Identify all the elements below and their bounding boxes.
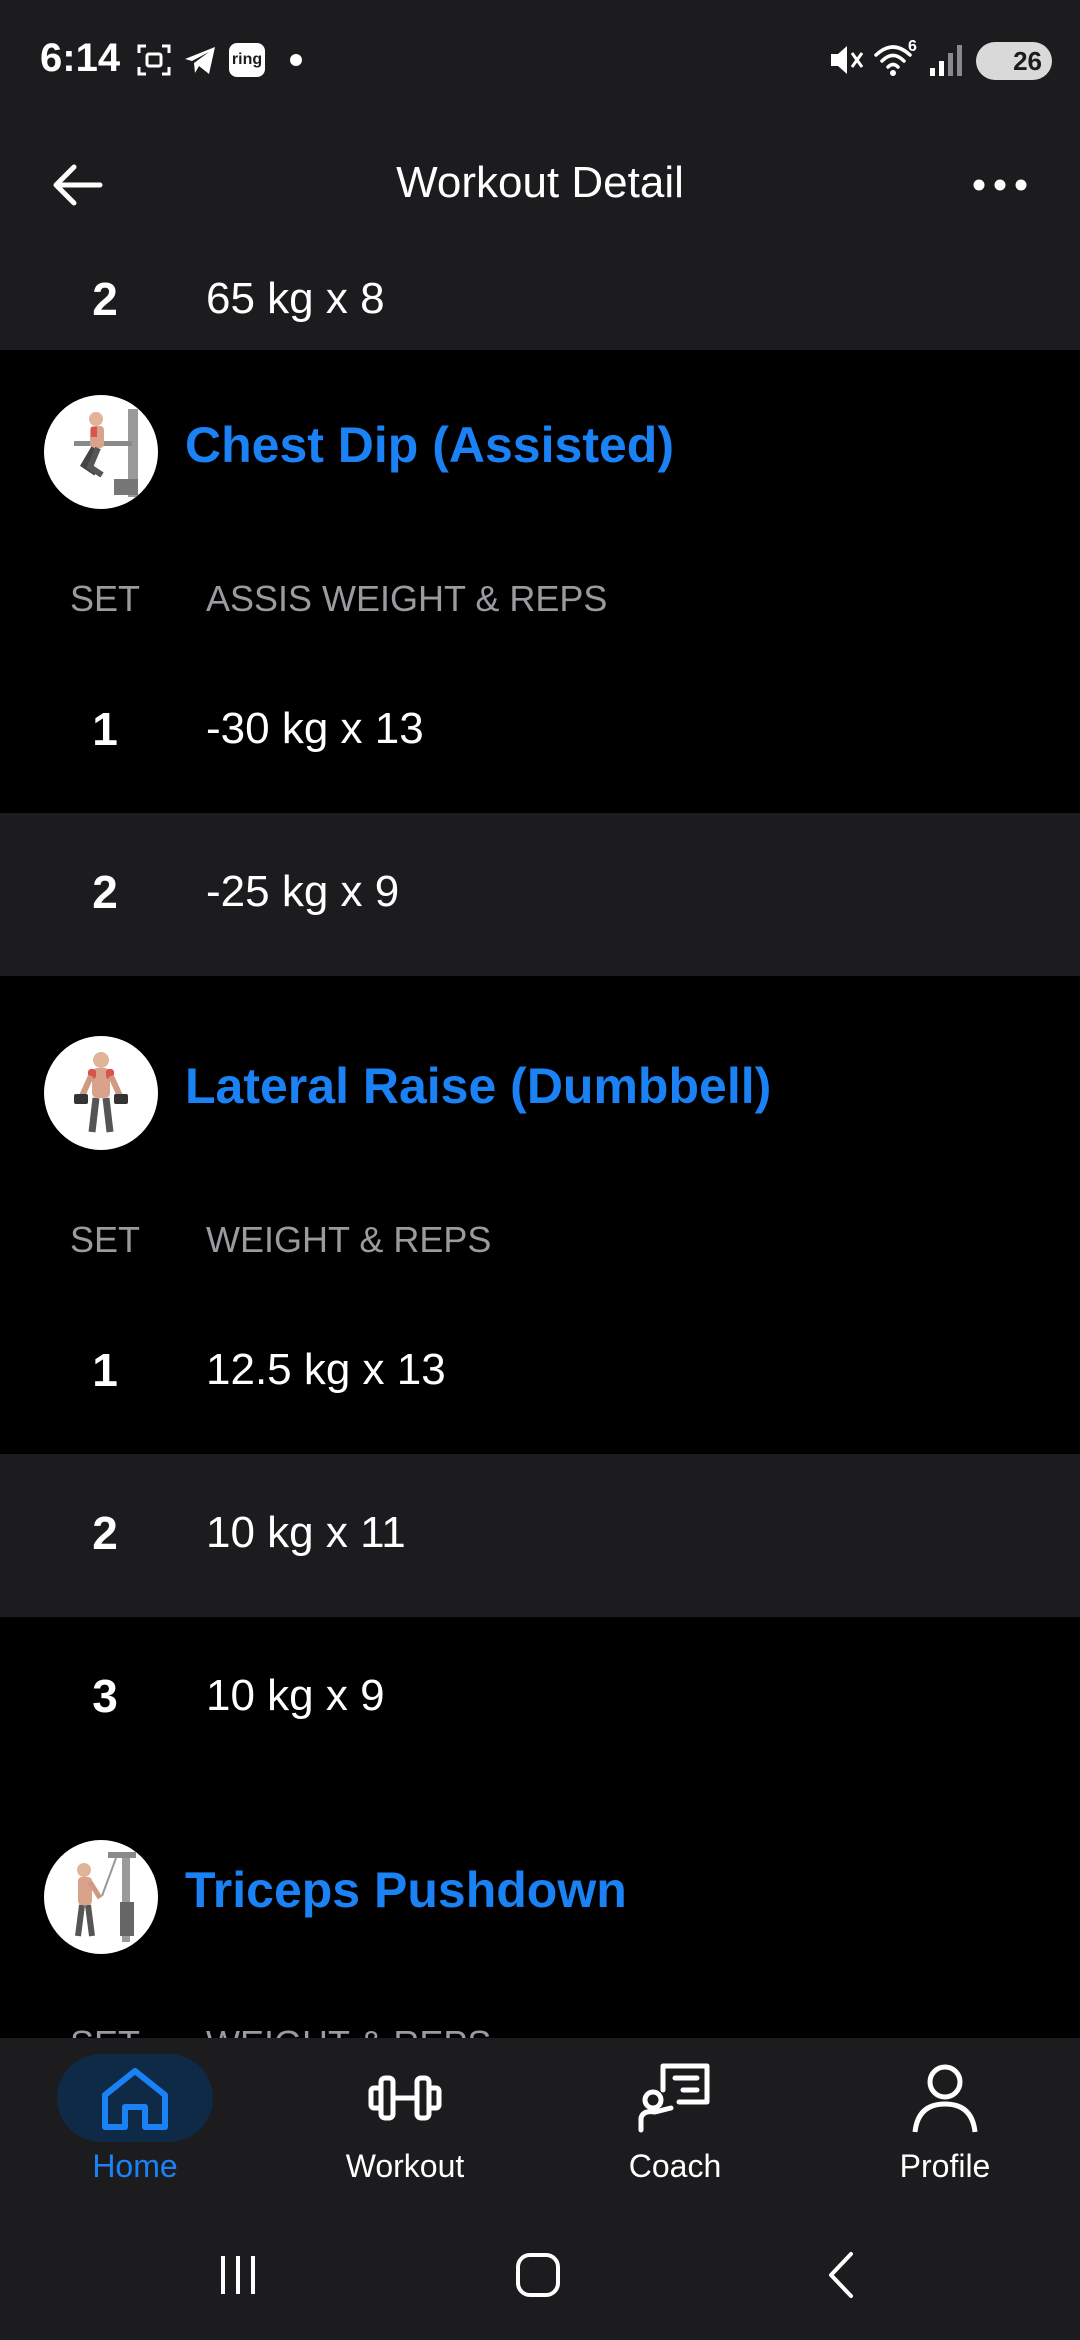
ring-app-icon: ring — [228, 40, 266, 80]
status-bar: 6:14 ring 6 26 — [0, 0, 1080, 120]
exercise-card: Chest Dip (Assisted) SET ASSIS WEIGHT & … — [0, 350, 1080, 976]
nav-profile[interactable]: Profile — [810, 2038, 1080, 2200]
exercise-card: Lateral Raise (Dumbbell) SET WEIGHT & RE… — [0, 991, 1080, 1780]
set-number: 1 — [92, 1344, 118, 1396]
screenshot-icon — [134, 40, 174, 80]
set-value: -25 kg x 9 — [206, 867, 400, 916]
exercise-name[interactable]: Triceps Pushdown — [185, 1861, 627, 1919]
nav-profile-icon-wrap — [867, 2054, 1023, 2142]
exercise-header[interactable]: Chest Dip (Assisted) — [0, 350, 1080, 550]
exercise-thumbnail — [44, 1036, 158, 1150]
page-title: Workout Detail — [396, 158, 684, 207]
chest-dip-illustration — [74, 409, 138, 497]
battery-level: 26 — [1013, 45, 1042, 76]
set-row: 1 -30 kg x 13 — [0, 650, 1080, 813]
dot-icon — [286, 40, 306, 80]
status-time: 6:14 — [40, 36, 121, 80]
home-square-icon — [516, 2253, 560, 2297]
exercise-header[interactable]: Lateral Raise (Dumbbell) — [0, 991, 1080, 1191]
nav-coach[interactable]: Coach — [540, 2038, 810, 2200]
lateral-raise-illustration — [74, 1052, 128, 1133]
nav-workout[interactable]: Workout — [270, 2038, 540, 2200]
recent-apps-icon — [221, 2256, 255, 2294]
set-column-header: SET — [60, 2023, 150, 2038]
dumbbell-icon — [368, 2075, 442, 2121]
nav-workout-icon-wrap — [327, 2054, 483, 2142]
value-column-header: ASSIS WEIGHT & REPS — [206, 578, 608, 619]
wifi-icon: 6 — [872, 38, 920, 80]
home-system-button[interactable] — [498, 2240, 578, 2310]
ring-app-label: ring — [229, 43, 265, 77]
wifi-badge: 6 — [908, 38, 917, 55]
nav-workout-label: Workout — [345, 2148, 465, 2184]
set-number: 2 — [92, 1507, 118, 1559]
more-horizontal-icon — [973, 179, 1027, 191]
nav-coach-label: Coach — [628, 2148, 722, 2184]
set-row: 2 65 kg x 8 — [0, 250, 1080, 350]
mute-icon — [826, 40, 866, 80]
triceps-pushdown-illustration — [75, 1852, 136, 1942]
set-number: 1 — [92, 703, 118, 755]
set-value: 65 kg x 8 — [206, 274, 385, 323]
set-number: 2 — [92, 273, 118, 325]
column-headers: SET WEIGHT & REPS — [0, 1191, 1080, 1291]
nav-home-indicator — [57, 2054, 213, 2142]
set-row: 1 12.5 kg x 13 — [0, 1291, 1080, 1454]
bottom-navigation: Home Workout Coach Profile — [0, 2038, 1080, 2200]
set-number: 2 — [92, 866, 118, 918]
home-icon — [102, 2068, 168, 2130]
exercise-thumbnail — [44, 1840, 158, 1954]
exercise-name[interactable]: Lateral Raise (Dumbbell) — [185, 1057, 771, 1115]
column-headers: SET ASSIS WEIGHT & REPS — [0, 550, 1080, 650]
set-row: 2 -25 kg x 9 — [0, 813, 1080, 976]
set-value: 12.5 kg x 13 — [206, 1345, 446, 1394]
set-value: -30 kg x 13 — [206, 704, 424, 753]
nav-home[interactable]: Home — [0, 2038, 270, 2200]
nav-coach-icon-wrap — [597, 2054, 753, 2142]
signal-icon — [926, 40, 966, 80]
set-number: 3 — [92, 1670, 118, 1722]
workout-detail-list[interactable]: 2 65 kg x 8 Chest Dip (Assisted) SET ASS… — [0, 250, 1080, 2038]
column-headers: SET WEIGHT & REPS — [0, 1995, 1080, 2038]
exercise-thumbnail — [44, 395, 158, 509]
nav-home-label: Home — [92, 2148, 178, 2184]
more-options-button[interactable] — [962, 150, 1038, 220]
recent-apps-button[interactable] — [198, 2240, 278, 2310]
chevron-left-icon — [829, 2252, 853, 2298]
telegram-icon — [180, 40, 220, 80]
set-row: 2 10 kg x 11 — [0, 1454, 1080, 1617]
value-column-header: WEIGHT & REPS — [206, 2023, 491, 2038]
battery-indicator: 26 — [976, 42, 1052, 80]
set-column-header: SET — [69, 578, 140, 619]
nav-profile-label: Profile — [899, 2148, 991, 2184]
system-navigation-bar — [0, 2200, 1080, 2340]
coach-icon — [638, 2063, 710, 2133]
exercise-header[interactable]: Triceps Pushdown — [0, 1795, 1080, 1995]
app-bar: Workout Detail — [0, 120, 1080, 250]
set-value: 10 kg x 9 — [206, 1671, 385, 1720]
value-column-header: WEIGHT & REPS — [206, 1219, 492, 1260]
set-column-header: SET — [69, 1219, 140, 1260]
profile-icon — [912, 2064, 978, 2133]
set-row: 3 10 kg x 9 — [0, 1617, 1080, 1780]
exercise-card: Triceps Pushdown SET WEIGHT & REPS — [0, 1795, 1080, 2038]
exercise-name[interactable]: Chest Dip (Assisted) — [185, 416, 674, 474]
back-system-button[interactable] — [802, 2240, 882, 2310]
set-value: 10 kg x 11 — [206, 1508, 406, 1557]
